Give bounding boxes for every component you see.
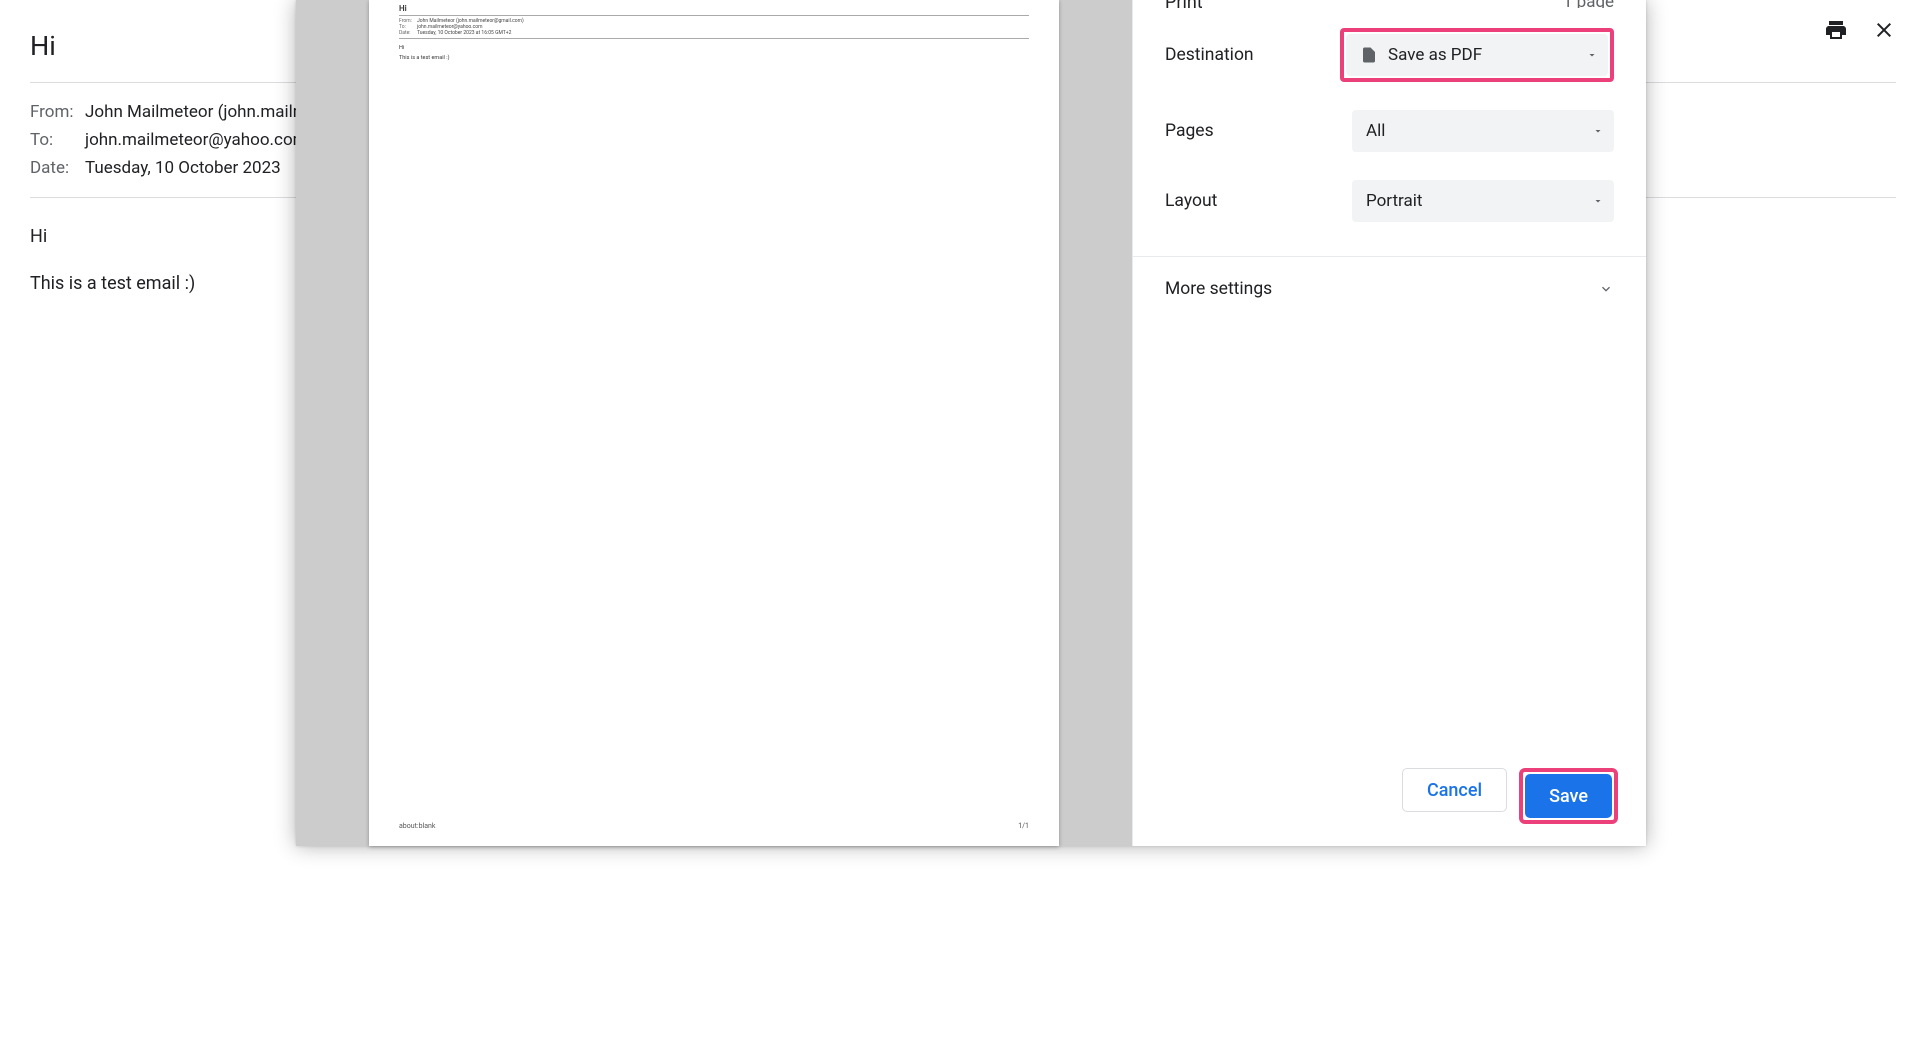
print-title: Print (1165, 0, 1203, 8)
save-button[interactable]: Save (1525, 774, 1612, 818)
document-icon (1360, 44, 1378, 66)
preview-url: about:blank (399, 822, 435, 830)
close-icon[interactable] (1872, 18, 1896, 46)
chevron-down-icon (1598, 281, 1614, 297)
chevron-down-icon (1586, 49, 1598, 61)
toolbar-topright (1824, 18, 1896, 46)
setting-destination: Destination Save as PDF (1165, 28, 1614, 82)
preview-page-number: 1/1 (1018, 822, 1029, 830)
preview-meta: From:John Mailmeteor (john.mailmeteor@gm… (399, 16, 1029, 39)
cancel-button[interactable]: Cancel (1402, 768, 1507, 812)
print-dialog: Hi From:John Mailmeteor (john.mailmeteor… (296, 0, 1646, 846)
highlight-save: Save (1519, 768, 1618, 824)
layout-value: Portrait (1366, 191, 1422, 211)
date-value: Tuesday, 10 October 2023 (85, 158, 281, 178)
print-preview-area: Hi From:John Mailmeteor (john.mailmeteor… (296, 0, 1132, 846)
setting-layout: Layout Portrait (1165, 180, 1614, 222)
pages-label: Pages (1165, 121, 1214, 141)
dialog-buttons: Cancel Save (1133, 746, 1646, 846)
layout-dropdown[interactable]: Portrait (1352, 180, 1614, 222)
destination-dropdown[interactable]: Save as PDF (1346, 34, 1608, 76)
page-count: 1 page (1563, 0, 1614, 8)
chevron-down-icon (1592, 195, 1604, 207)
layout-label: Layout (1165, 191, 1217, 211)
chevron-down-icon (1592, 125, 1604, 137)
more-settings[interactable]: More settings (1133, 257, 1646, 321)
print-icon[interactable] (1824, 18, 1848, 46)
preview-page: Hi From:John Mailmeteor (john.mailmeteor… (369, 0, 1059, 846)
highlight-destination: Save as PDF (1340, 28, 1614, 82)
preview-footer: about:blank 1/1 (399, 822, 1029, 830)
preview-subject: Hi (399, 0, 1029, 16)
print-settings-panel: Print 1 page Destination Save as PDF (1132, 0, 1646, 846)
date-label: Date: (30, 158, 85, 178)
more-settings-label: More settings (1165, 279, 1272, 299)
print-header: Print 1 page (1133, 0, 1646, 8)
preview-body: Hi This is a test email :) (399, 39, 1029, 61)
destination-label: Destination (1165, 45, 1254, 65)
pages-dropdown[interactable]: All (1352, 110, 1614, 152)
to-value: john.mailmeteor@yahoo.com (85, 130, 308, 150)
setting-pages: Pages All (1165, 110, 1614, 152)
to-label: To: (30, 130, 85, 150)
destination-value: Save as PDF (1388, 45, 1482, 65)
from-label: From: (30, 102, 85, 122)
pages-value: All (1366, 121, 1385, 141)
